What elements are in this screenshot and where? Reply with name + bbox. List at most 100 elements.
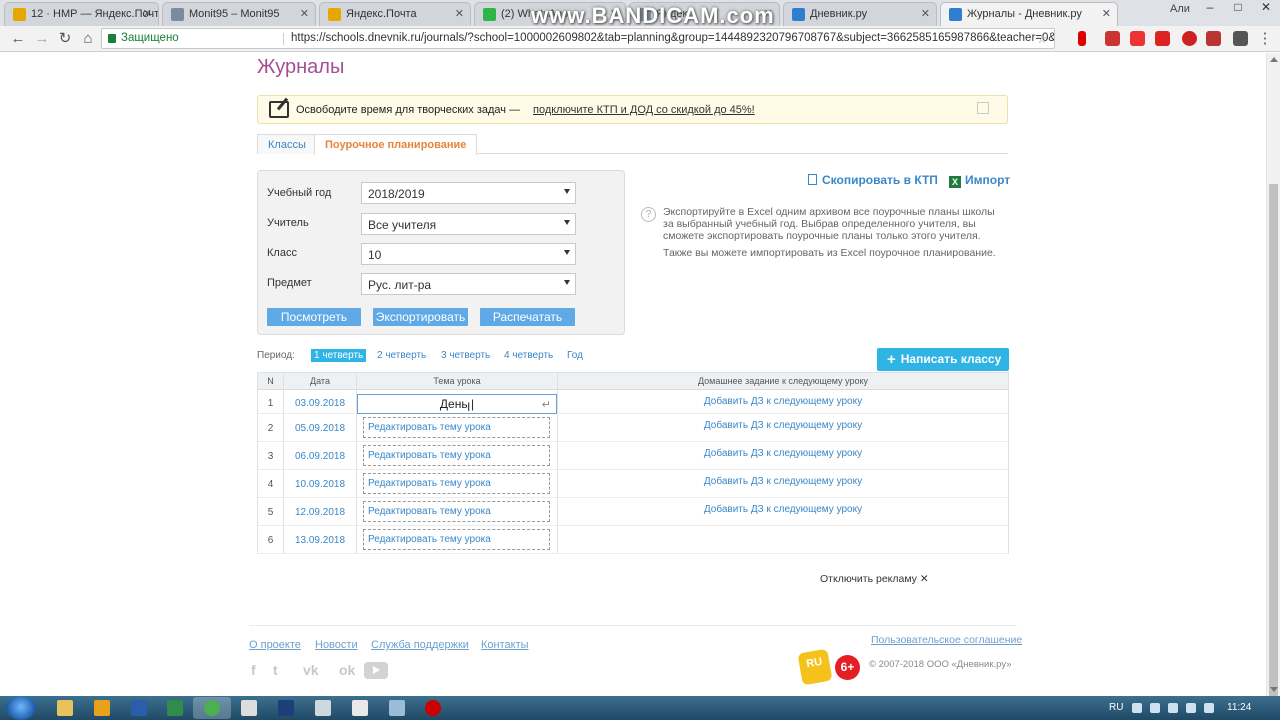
- add-homework-link[interactable]: Добавить ДЗ к следующему уроку: [558, 420, 1008, 431]
- period-q4[interactable]: 4 четверть: [501, 349, 556, 362]
- paint-icon[interactable]: [241, 700, 257, 716]
- period-q3[interactable]: 3 четверть: [438, 349, 493, 362]
- notepad-icon[interactable]: [315, 700, 331, 716]
- scroll-down-icon[interactable]: [1270, 687, 1278, 692]
- forward-icon[interactable]: →: [33, 30, 51, 48]
- row-date-link[interactable]: 03.09.2018: [284, 398, 356, 409]
- explorer-icon[interactable]: [57, 700, 73, 716]
- odnoklassniki-icon[interactable]: ok: [339, 662, 355, 678]
- facebook-icon[interactable]: f: [251, 662, 256, 678]
- browser-tab[interactable]: Дневник.ру ✕: [783, 2, 937, 26]
- period-q2[interactable]: 2 четверть: [374, 349, 429, 362]
- word-icon[interactable]: [131, 700, 147, 716]
- period-q1[interactable]: 1 четверть: [311, 349, 367, 362]
- tray-icon[interactable]: [1168, 703, 1178, 713]
- volume-icon[interactable]: [1204, 703, 1214, 713]
- app-icon[interactable]: [389, 700, 405, 716]
- add-homework-link[interactable]: Добавить ДЗ к следующему уроку: [558, 396, 1008, 407]
- language-indicator[interactable]: RU: [1109, 702, 1123, 713]
- copy-ktp-link[interactable]: Скопировать в КТП: [808, 173, 938, 187]
- vk-icon[interactable]: vk: [303, 662, 319, 678]
- add-homework-link[interactable]: Добавить ДЗ к следующему уроку: [558, 504, 1008, 515]
- bookmark-star-icon[interactable]: ☆: [1036, 29, 1048, 48]
- maximize-icon[interactable]: □: [1224, 0, 1252, 20]
- reload-icon[interactable]: ↻: [56, 30, 74, 48]
- close-tab-icon[interactable]: ✕: [300, 7, 309, 20]
- promo-link[interactable]: подключите КТП и ДОД со скидкой до 45%!: [533, 104, 755, 116]
- enter-icon[interactable]: ↵: [542, 398, 551, 411]
- tray-icon[interactable]: [1132, 703, 1142, 713]
- media-player-icon[interactable]: [94, 700, 110, 716]
- row-date-link[interactable]: 12.09.2018: [284, 507, 356, 518]
- subject-select[interactable]: Рус. лит-ра: [361, 273, 576, 295]
- edit-topic-field[interactable]: Редактировать тему урока: [363, 417, 550, 438]
- browser-tab[interactable]: Яндекс.Почта ✕: [319, 2, 471, 26]
- abp-extension-icon[interactable]: [1105, 31, 1120, 46]
- photoshop-icon[interactable]: [278, 700, 294, 716]
- excel-taskbar-icon[interactable]: [167, 700, 183, 716]
- edit-topic-field[interactable]: Редактировать тему урока: [363, 529, 550, 550]
- minimize-icon[interactable]: –: [1196, 0, 1224, 20]
- row-date-link[interactable]: 05.09.2018: [284, 423, 356, 434]
- start-button-icon[interactable]: [6, 696, 36, 720]
- network-icon[interactable]: [1186, 703, 1196, 713]
- browser-tab[interactable]: Monit95 – Monit95 ✕: [162, 2, 316, 26]
- add-homework-link[interactable]: Добавить ДЗ к следующему уроку: [558, 448, 1008, 459]
- close-tab-icon[interactable]: ✕: [1102, 7, 1111, 20]
- back-icon[interactable]: ←: [9, 30, 27, 48]
- record-icon[interactable]: [425, 700, 441, 716]
- export-button[interactable]: Экспортировать: [373, 308, 468, 326]
- notes-extension-icon[interactable]: [1206, 31, 1221, 46]
- address-bar[interactable]: Защищено https://schools.dnevnik.ru/jour…: [101, 28, 1055, 49]
- row-date-link[interactable]: 10.09.2018: [284, 479, 356, 490]
- year-select[interactable]: 2018/2019: [361, 182, 576, 204]
- user-agreement-link[interactable]: Пользовательское соглашение: [871, 634, 1022, 646]
- footer-link-support[interactable]: Служба поддержки: [371, 639, 469, 651]
- profile-name[interactable]: Али: [1170, 3, 1190, 15]
- twitter-icon[interactable]: t: [273, 662, 278, 678]
- download-extension-icon[interactable]: [1233, 31, 1248, 46]
- close-tab-icon[interactable]: ✕: [921, 7, 930, 20]
- yab-extension-icon[interactable]: [1155, 31, 1170, 46]
- home-icon[interactable]: ⌂: [79, 30, 97, 48]
- import-link[interactable]: X Импорт: [949, 173, 1010, 188]
- edit-topic-field[interactable]: Редактировать тему урока: [363, 473, 550, 494]
- tab-classes[interactable]: Классы: [257, 134, 317, 154]
- close-window-icon[interactable]: ✕: [1252, 0, 1280, 20]
- disable-ads-link[interactable]: Отключить рекламу ✕: [820, 573, 929, 585]
- print-button[interactable]: Распечатать: [480, 308, 575, 326]
- youtube-icon[interactable]: [364, 662, 388, 679]
- taskbar-clock[interactable]: 11:24: [1227, 702, 1251, 713]
- write-to-class-button[interactable]: + Написать классу: [877, 348, 1009, 371]
- footer-link-news[interactable]: Новости: [315, 639, 358, 651]
- add-homework-link[interactable]: Добавить ДЗ к следующему уроку: [558, 476, 1008, 487]
- tab-lesson-planning[interactable]: Поурочное планирование: [314, 134, 478, 155]
- browser-tab[interactable]: 12 · НМР — Яндекс.Почта ✕: [4, 2, 159, 26]
- browser-tab[interactable]: Журналы - Дневник.ру ✕: [940, 2, 1118, 26]
- close-tab-icon[interactable]: ✕: [455, 7, 464, 20]
- page-scrollbar[interactable]: [1266, 53, 1280, 716]
- teacher-select[interactable]: Все учителя: [361, 213, 576, 235]
- view-button[interactable]: Посмотреть: [267, 308, 361, 326]
- promo-close-icon[interactable]: [977, 102, 989, 114]
- files-icon[interactable]: [352, 700, 368, 716]
- tray-icon[interactable]: [1150, 703, 1160, 713]
- scroll-up-icon[interactable]: [1270, 57, 1278, 62]
- topic-edit-input[interactable]: День | ↵: [357, 394, 557, 414]
- yandex-bar-extension-icon[interactable]: [1130, 31, 1145, 46]
- close-tab-icon[interactable]: ✕: [143, 7, 152, 20]
- edit-topic-field[interactable]: Редактировать тему урока: [363, 445, 550, 466]
- power-extension-icon[interactable]: [1182, 31, 1197, 46]
- footer-link-contacts[interactable]: Контакты: [481, 639, 529, 651]
- edit-topic-field[interactable]: Редактировать тему урока: [363, 501, 550, 522]
- scrollbar-thumb[interactable]: [1269, 184, 1278, 716]
- chrome-icon[interactable]: [204, 700, 220, 716]
- footer-link-about[interactable]: О проекте: [249, 639, 301, 651]
- row-date-link[interactable]: 13.09.2018: [284, 535, 356, 546]
- menu-icon[interactable]: ⋮: [1256, 30, 1274, 48]
- class-select[interactable]: 10: [361, 243, 576, 265]
- row-date-link[interactable]: 06.09.2018: [284, 451, 356, 462]
- url-text[interactable]: https://schools.dnevnik.ru/journals/?sch…: [291, 29, 1054, 48]
- yandex-extension-icon[interactable]: [1078, 31, 1086, 46]
- period-year[interactable]: Год: [564, 349, 586, 362]
